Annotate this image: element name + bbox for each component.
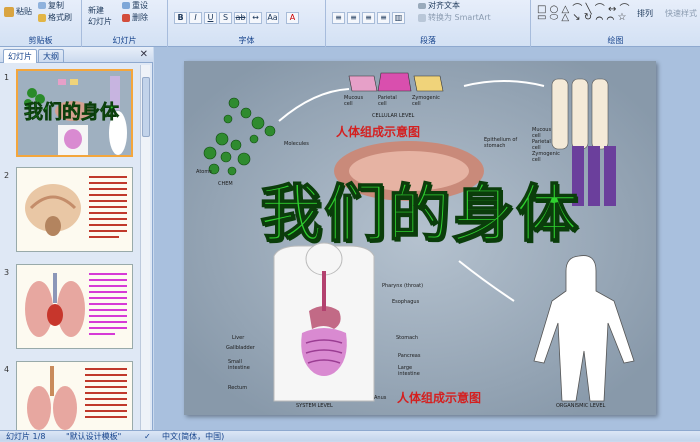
italic-button[interactable]: I: [189, 12, 202, 24]
slide-thumbnail-4[interactable]: [16, 361, 133, 430]
label-small-intestine: Small intestine: [228, 359, 250, 371]
align-center-button[interactable]: ≡: [347, 12, 360, 24]
status-bar: 幻灯片 1/8 "默认设计模板" ✓ 中文(简体，中国): [0, 430, 700, 441]
thumb-number: 3: [4, 268, 10, 277]
label-stomach: Stomach: [396, 335, 419, 341]
label-epithelium: Epithelium of stomach: [484, 137, 518, 149]
paste-button[interactable]: 粘贴: [4, 6, 32, 17]
pane-scrollbar-thumb[interactable]: [142, 77, 150, 137]
shapes-gallery-row2[interactable]: ▭ ⬭ △ ↘ ↻ ⌒ ⌒ ☆: [537, 12, 626, 23]
caption-top: 人体组成示意图: [336, 125, 421, 139]
thumb-4-art: [17, 362, 132, 430]
label-parietal: Parietal cell: [378, 95, 397, 107]
font-color-button[interactable]: A: [286, 12, 299, 24]
label-mucous: Mucous cell: [344, 95, 364, 107]
label-cellular-level: CELLULAR LEVEL: [372, 113, 415, 119]
slide-title[interactable]: 我们的身体: [184, 163, 656, 253]
char-spacing-button[interactable]: ↔: [249, 12, 262, 24]
thumb-2-art: [17, 168, 132, 251]
label-anus: Anus: [374, 395, 387, 401]
font-group: B I U S ab ↔ Aa A 字体: [168, 0, 326, 47]
clipboard-group-label: 剪贴板: [28, 36, 53, 45]
align-left-button[interactable]: ≡: [332, 12, 345, 24]
slide-thumbnail-3[interactable]: [16, 264, 133, 349]
format-painter-icon: [38, 13, 46, 22]
reset-button[interactable]: 重设: [122, 0, 148, 11]
label-system-level: SYSTEM LEVEL: [296, 403, 333, 409]
theme-name[interactable]: "默认设计模板": [66, 431, 121, 442]
tab-slides[interactable]: 幻灯片: [3, 49, 37, 63]
format-painter-button[interactable]: 格式刷: [38, 12, 72, 23]
convert-smartart-button[interactable]: 转换为 SmartArt: [418, 12, 491, 23]
thumb-number: 2: [4, 171, 10, 180]
pane-scrollbar[interactable]: [140, 65, 150, 430]
clipboard-group: 粘贴 复制 格式刷 剪贴板: [0, 0, 82, 47]
label-zymogenic-cell: Zymogenic cell: [532, 151, 560, 163]
spellcheck-icon[interactable]: ✓: [144, 431, 151, 442]
columns-button[interactable]: ▥: [392, 12, 405, 24]
font-group-label: 字体: [238, 36, 255, 45]
label-zymogenic: Zymogenic cell: [412, 95, 440, 107]
new-slide-button[interactable]: 新建 幻灯片: [88, 5, 112, 27]
tab-outline[interactable]: 大纲: [38, 49, 64, 63]
paragraph-group-label: 段落: [420, 36, 436, 45]
label-molecules: Molecules: [284, 141, 309, 147]
copy-icon: [38, 2, 46, 9]
label-large-intestine: Large intestine: [398, 365, 420, 377]
paste-icon: [4, 6, 14, 17]
drawing-group: □ ○ △ ⌒ ╲ ⌒ ↔ ⌒ ▭ ⬭ △ ↘ ↻ ⌒ ⌒ ☆ 排列 快速样式 …: [531, 0, 700, 47]
shadow-button[interactable]: S: [219, 12, 232, 24]
delete-icon: [122, 13, 130, 22]
slide-workspace: 人体组成示意图 人体组成示意图 CELLULAR LEVEL Mucous ce…: [154, 47, 700, 430]
language-indicator[interactable]: 中文(简体，中国): [162, 431, 224, 442]
label-organismic-level: ORGANISMIC LEVEL: [556, 403, 606, 409]
label-liver: Liver: [232, 335, 245, 341]
label-pancreas: Pancreas: [398, 353, 421, 359]
smartart-icon: [418, 13, 426, 22]
pane-tabs: 幻灯片 大纲 ✕: [0, 47, 153, 63]
slide-count: 幻灯片 1/8: [6, 432, 46, 441]
thumb-number: 4: [4, 365, 10, 374]
ribbon: 粘贴 复制 格式刷 剪贴板 新建 幻灯片 重设 删除 幻灯片 B I U S a…: [0, 0, 700, 47]
underline-button[interactable]: U: [204, 12, 217, 24]
drawing-group-label: 绘图: [607, 36, 624, 45]
justify-button[interactable]: ≡: [377, 12, 390, 24]
thumb-3-art: [17, 265, 132, 348]
label-pharynx: Pharynx (throat): [382, 283, 424, 289]
slide-thumbnail-1[interactable]: 我们的身体: [16, 69, 133, 157]
label-gallbladder: Gallbladder: [226, 345, 255, 351]
label-rectum: Rectum: [228, 385, 248, 391]
slide-canvas[interactable]: 人体组成示意图 人体组成示意图 CELLULAR LEVEL Mucous ce…: [184, 61, 656, 415]
delete-slide-button[interactable]: 删除: [122, 12, 148, 23]
close-icon[interactable]: ✕: [140, 49, 148, 60]
arrange-button[interactable]: 排列: [637, 8, 653, 19]
reset-icon: [122, 2, 130, 9]
label-esophagus: Esophagus: [392, 299, 420, 305]
caption-bottom: 人体组成示意图: [397, 391, 482, 405]
strikethrough-button[interactable]: ab: [234, 12, 247, 24]
slides-group: 新建 幻灯片 重设 删除 幻灯片: [82, 0, 168, 47]
slides-group-label: 幻灯片: [112, 36, 137, 45]
paragraph-group: 对齐文本 ≡ ≡ ≡ ≡ ▥ 转换为 SmartArt 段落: [326, 0, 531, 47]
slides-pane: 幻灯片 大纲 ✕ 1 我们的身体 2 3 4: [0, 47, 153, 430]
align-text-icon: [418, 2, 426, 9]
copy-button[interactable]: 复制: [38, 0, 64, 11]
change-case-button[interactable]: Aa: [266, 12, 279, 24]
align-text-button[interactable]: 对齐文本: [418, 0, 460, 11]
align-right-button[interactable]: ≡: [362, 12, 375, 24]
bold-button[interactable]: B: [174, 12, 187, 24]
quick-styles-button[interactable]: 快速样式: [665, 8, 697, 19]
thumb-number: 1: [4, 73, 10, 82]
slide-thumbnail-2[interactable]: [16, 167, 133, 252]
label-mucous-cell: Mucous cell: [532, 127, 552, 139]
thumb-1-title: 我们的身体: [24, 101, 120, 124]
label-parietal-cell: Parietal cell: [532, 139, 551, 151]
